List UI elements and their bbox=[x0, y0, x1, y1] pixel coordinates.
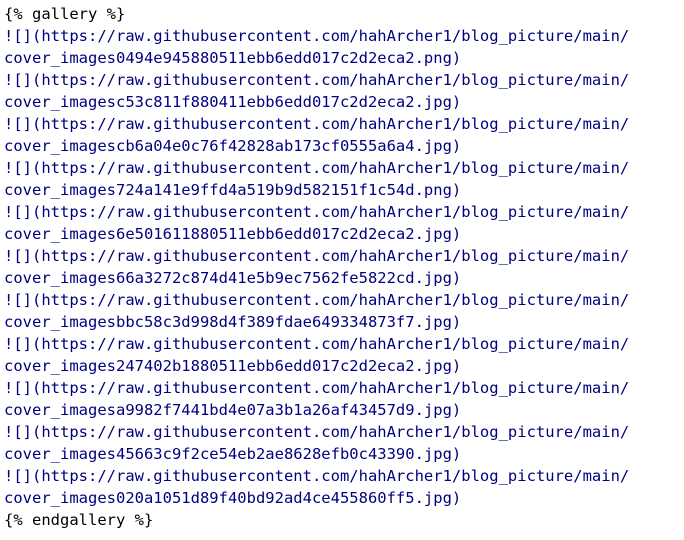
gallery-close-tag: {% endgallery %} bbox=[4, 511, 154, 529]
image-entry-3-line-1: ![](https://raw.githubusercontent.com/ha… bbox=[4, 115, 630, 133]
image-entry-1-line-1: ![](https://raw.githubusercontent.com/ha… bbox=[4, 27, 630, 45]
image-entry-1-line-2: cover_images0494e945880511ebb6edd017c2d2… bbox=[4, 49, 462, 67]
image-entry-5-line-1: ![](https://raw.githubusercontent.com/ha… bbox=[4, 203, 630, 221]
image-entry-4-line-2: cover_images724a141e9ffd4a519b9d582151f1… bbox=[4, 181, 462, 199]
gallery-open-tag: {% gallery %} bbox=[4, 5, 126, 23]
image-entry-5-line-2: cover_images6e501611880511ebb6edd017c2d2… bbox=[4, 225, 462, 243]
image-entry-11-line-2: cover_images020a1051d89f40bd92ad4ce45586… bbox=[4, 489, 462, 507]
image-entry-9-line-1: ![](https://raw.githubusercontent.com/ha… bbox=[4, 379, 630, 397]
image-entry-8-line-2: cover_images247402b1880511ebb6edd017c2d2… bbox=[4, 357, 462, 375]
image-entry-11-line-1: ![](https://raw.githubusercontent.com/ha… bbox=[4, 467, 630, 485]
image-entry-10-line-1: ![](https://raw.githubusercontent.com/ha… bbox=[4, 423, 630, 441]
image-entry-4-line-1: ![](https://raw.githubusercontent.com/ha… bbox=[4, 159, 630, 177]
image-entry-6-line-1: ![](https://raw.githubusercontent.com/ha… bbox=[4, 247, 630, 265]
image-entry-2-line-1: ![](https://raw.githubusercontent.com/ha… bbox=[4, 71, 630, 89]
image-entry-7-line-1: ![](https://raw.githubusercontent.com/ha… bbox=[4, 291, 630, 309]
image-entry-8-line-1: ![](https://raw.githubusercontent.com/ha… bbox=[4, 335, 630, 353]
image-entry-7-line-2: cover_imagesbbc58c3d998d4f389fdae6493348… bbox=[4, 313, 462, 331]
image-entry-3-line-2: cover_imagescb6a04e0c76f42828ab173cf0555… bbox=[4, 137, 462, 155]
image-entry-2-line-2: cover_imagesc53c811f880411ebb6edd017c2d2… bbox=[4, 93, 462, 111]
image-entry-6-line-2: cover_images66a3272c874d41e5b9ec7562fe58… bbox=[4, 269, 462, 287]
image-entry-9-line-2: cover_imagesa9982f7441bd4e07a3b1a26af434… bbox=[4, 401, 462, 419]
markdown-document: {% gallery %} ![](https://raw.githubuser… bbox=[0, 3, 684, 540]
image-entry-10-line-2: cover_images45663c9f2ce54eb2ae8628efb0c4… bbox=[4, 445, 462, 463]
